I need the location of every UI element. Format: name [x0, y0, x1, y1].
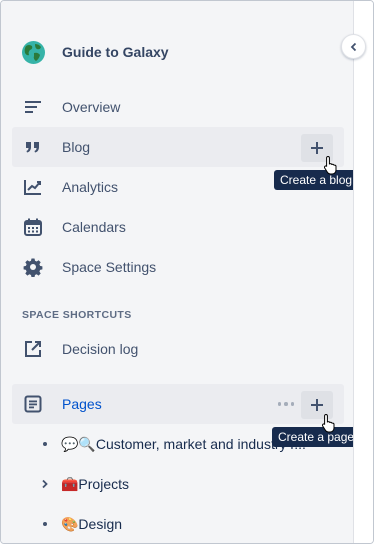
sidebar-item-label: Overview	[62, 99, 121, 115]
globe-icon	[22, 40, 45, 64]
more-dot-icon	[277, 402, 282, 406]
content-area	[354, 1, 373, 543]
sidebar-item-label: Pages	[62, 396, 102, 412]
chevron-right-icon[interactable]	[39, 471, 51, 497]
sidebar-item-space-settings[interactable]: Space Settings	[12, 247, 344, 287]
bullet-icon	[39, 511, 51, 537]
space-header[interactable]: Guide to Galaxy	[21, 39, 169, 65]
create-page-tooltip: Create a page	[272, 427, 361, 447]
page-tree-item[interactable]: 🧰Projects	[31, 471, 331, 497]
sidebar-item-label: Blog	[62, 139, 91, 155]
plus-icon	[311, 399, 323, 411]
hand-cursor-icon	[321, 413, 335, 433]
more-actions-button[interactable]	[276, 397, 296, 411]
sidebar-item-calendars[interactable]: Calendars	[12, 207, 344, 247]
plus-icon	[311, 142, 323, 154]
quote-icon	[23, 137, 43, 157]
space-sidebar: Guide to Galaxy Overview Blog Analytics …	[1, 1, 361, 543]
collapse-sidebar-button[interactable]	[341, 34, 366, 59]
space-shortcuts-header: SPACE SHORTCUTS	[22, 309, 132, 321]
page-icon	[23, 394, 43, 414]
chart-line-icon	[23, 177, 43, 197]
chevron-left-icon	[350, 42, 356, 51]
external-link-icon	[23, 339, 43, 359]
page-tree-label: 🎨Design	[61, 515, 123, 532]
sidebar-item-overview[interactable]: Overview	[12, 87, 344, 127]
page-tree-label: 🧰Projects	[61, 475, 130, 492]
sidebar-item-label: Calendars	[62, 219, 126, 235]
gear-icon	[23, 257, 43, 277]
sidebar-item-label: Analytics	[62, 179, 119, 195]
create-blog-tooltip: Create a blog	[274, 170, 359, 190]
bullet-icon	[39, 431, 51, 457]
shortcut-label: Decision log	[62, 341, 139, 357]
more-dot-icon	[290, 402, 295, 406]
calendar-icon	[23, 217, 43, 237]
overview-lines-icon	[23, 97, 43, 117]
more-dot-icon	[284, 402, 288, 406]
shortcut-decision-log[interactable]: Decision log	[12, 329, 344, 369]
space-title: Guide to Galaxy	[62, 44, 169, 60]
sidebar-item-label: Space Settings	[62, 259, 157, 275]
app-frame: Guide to Galaxy Overview Blog Analytics …	[0, 0, 374, 544]
sidebar-item-pages[interactable]: Pages	[12, 384, 344, 424]
sidebar-item-blog[interactable]: Blog	[12, 127, 344, 167]
hand-cursor-icon	[323, 155, 337, 175]
page-tree-item[interactable]: 🎨Design	[31, 511, 331, 537]
